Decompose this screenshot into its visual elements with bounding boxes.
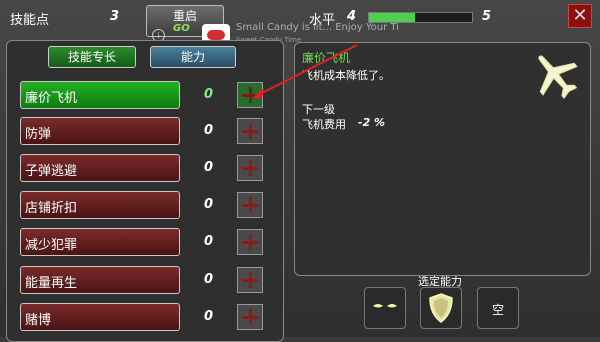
empty-slot-label: 空 xyxy=(491,303,504,317)
skill-points-value: 3 xyxy=(110,9,120,24)
skill-level: 0 xyxy=(204,87,214,102)
skill-row-6[interactable]: 能量再生 xyxy=(20,266,180,294)
plus-icon[interactable] xyxy=(237,192,263,218)
skill-points-label: 技能点 xyxy=(10,13,50,28)
detail-cost-value: -2 % xyxy=(358,116,386,129)
plus-icon[interactable] xyxy=(237,82,263,108)
ad-title: Small Candy is lit... Enjoy Your Ti xyxy=(236,22,399,33)
ability-slot-1[interactable] xyxy=(364,287,406,329)
close-button[interactable]: ✕ xyxy=(568,4,592,28)
skill-level: 0 xyxy=(204,160,214,175)
skill-name: 店铺折扣 xyxy=(25,201,78,216)
plus-icon[interactable] xyxy=(237,304,263,330)
glowing-eyes-icon xyxy=(373,304,397,308)
plus-icon[interactable] xyxy=(237,267,263,293)
detail-cost-label: 飞机费用 xyxy=(302,118,346,131)
tab-abilities[interactable]: 能力 xyxy=(150,46,236,68)
shield-icon xyxy=(429,293,453,323)
skill-level: 0 xyxy=(204,309,214,324)
detail-next-level: 下一级 xyxy=(302,103,335,116)
tab-skills[interactable]: 技能专长 xyxy=(48,46,136,68)
skill-row-7[interactable]: 赌博 xyxy=(20,303,180,331)
skill-name: 减少犯罪 xyxy=(25,238,78,253)
detail-title: 廉价飞机 xyxy=(302,51,351,65)
plus-icon[interactable] xyxy=(237,118,263,144)
skill-level: 0 xyxy=(204,272,214,287)
skill-row-4[interactable]: 店铺折扣 xyxy=(20,191,180,219)
close-icon: ✕ xyxy=(572,5,588,26)
skill-name: 廉价飞机 xyxy=(25,91,78,106)
ability-slot-3[interactable]: 空 xyxy=(477,287,519,329)
skill-level: 0 xyxy=(204,234,214,249)
plus-icon[interactable] xyxy=(237,229,263,255)
skill-level: 0 xyxy=(204,197,214,212)
skill-name: 防弹 xyxy=(25,127,52,142)
airplane-icon xyxy=(538,55,578,99)
ability-slot-2[interactable] xyxy=(420,287,462,329)
skill-row-1[interactable]: 廉价飞机 xyxy=(20,81,180,109)
skill-row-3[interactable]: 子弹逃避 xyxy=(20,154,180,182)
detail-description: 飞机成本降低了。 xyxy=(302,69,390,82)
skill-name: 子弹逃避 xyxy=(25,164,78,179)
skill-level: 0 xyxy=(204,123,214,138)
skill-name: 赌博 xyxy=(25,313,52,328)
skill-row-5[interactable]: 减少犯罪 xyxy=(20,228,180,256)
plus-icon[interactable] xyxy=(237,155,263,181)
next-level-value: 5 xyxy=(482,9,492,24)
skill-row-2[interactable]: 防弹 xyxy=(20,117,180,145)
skill-name: 能量再生 xyxy=(25,276,78,291)
